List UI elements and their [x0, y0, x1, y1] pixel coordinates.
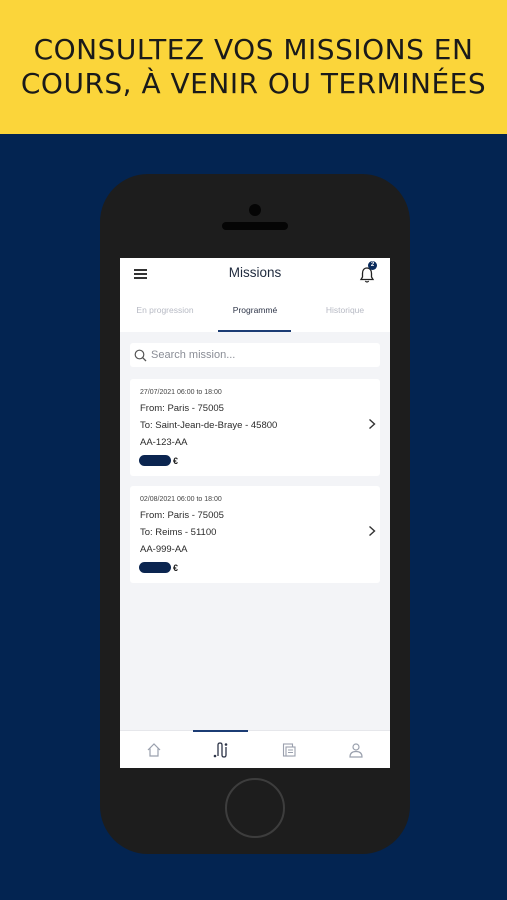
- nav-missions[interactable]: [187, 731, 254, 768]
- route-icon: [213, 742, 227, 758]
- nav-documents[interactable]: [255, 731, 322, 768]
- front-camera: [249, 204, 261, 216]
- mission-to: To: Reims - 51100: [140, 527, 217, 538]
- search-input[interactable]: [151, 349, 371, 361]
- tab-en-progression[interactable]: En progression: [120, 305, 210, 315]
- currency-symbol: €: [173, 562, 179, 573]
- app-screen: Missions 2 En progression Programmé Hist…: [120, 258, 390, 768]
- nav-profile[interactable]: [322, 731, 389, 768]
- documents-icon: [282, 743, 296, 757]
- banner-headline-line-2: COURS, À VENIR OU TERMINÉES: [20, 67, 487, 100]
- mission-from: From: Paris - 75005: [140, 403, 224, 414]
- chevron-right-icon[interactable]: [368, 418, 376, 430]
- tab-historique[interactable]: Historique: [300, 305, 390, 315]
- active-tab-indicator: [218, 330, 291, 332]
- mission-from: From: Paris - 75005: [140, 510, 224, 521]
- chevron-right-icon[interactable]: [368, 525, 376, 537]
- phone-frame: Missions 2 En progression Programmé Hist…: [100, 174, 410, 854]
- mission-tabs: En progression Programmé Historique: [120, 290, 390, 332]
- tab-programme[interactable]: Programmé: [210, 305, 300, 315]
- app-header: Missions 2: [120, 258, 390, 290]
- home-button[interactable]: [225, 778, 285, 838]
- redacted-price: [139, 562, 171, 573]
- mission-plate: AA-123-AA: [140, 437, 188, 448]
- currency-symbol: €: [173, 455, 179, 466]
- mission-card[interactable]: 02/08/2021 06:00 to 18:00 From: Paris - …: [130, 486, 380, 583]
- profile-icon: [348, 743, 363, 758]
- mission-price: €: [139, 562, 178, 573]
- promo-banner: CONSULTEZ VOS MISSIONS EN COURS, À VENIR…: [0, 0, 507, 134]
- mission-date: 27/07/2021 06:00 to 18:00: [140, 389, 222, 396]
- page-title: Missions: [228, 265, 282, 280]
- notification-badge: 2: [368, 261, 377, 270]
- earpiece-speaker: [222, 222, 288, 230]
- mission-card[interactable]: 27/07/2021 06:00 to 18:00 From: Paris - …: [130, 379, 380, 476]
- mission-date: 02/08/2021 06:00 to 18:00: [140, 496, 222, 503]
- redacted-price: [139, 455, 171, 466]
- banner-headline-line-1: CONSULTEZ VOS MISSIONS EN: [33, 33, 474, 66]
- mission-to: To: Saint-Jean-de-Braye - 45800: [140, 420, 278, 431]
- bottom-navigation: [120, 730, 390, 768]
- mission-price: €: [139, 455, 178, 466]
- search-icon: [134, 349, 147, 361]
- nav-home[interactable]: [120, 731, 187, 768]
- search-bar[interactable]: [130, 343, 380, 367]
- home-icon: [147, 743, 160, 757]
- mission-plate: AA-999-AA: [140, 544, 188, 555]
